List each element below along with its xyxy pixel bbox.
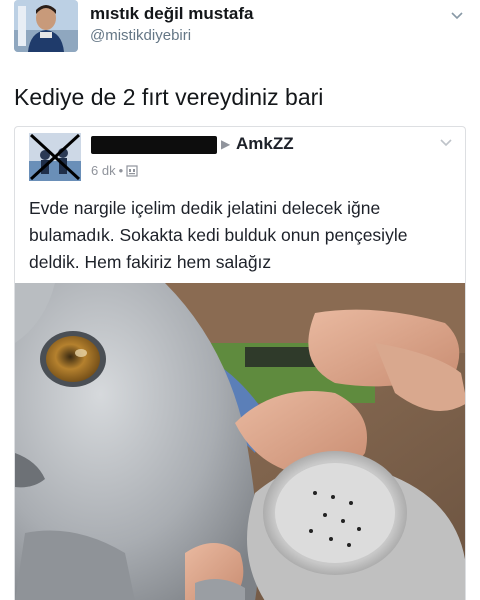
user-handle[interactable]: @mistikdiyebiri — [90, 27, 191, 44]
chevron-down-icon[interactable] — [448, 6, 466, 24]
post-avatar[interactable] — [29, 133, 81, 181]
post-text: Evde nargile içelim dedik jelatini delec… — [29, 198, 408, 272]
redacted-author-name — [91, 136, 217, 154]
user-avatar[interactable] — [14, 0, 78, 52]
post-meta: 6 dk • — [91, 163, 138, 178]
group-name[interactable]: AmkZZ — [236, 134, 294, 154]
embedded-post-card: ▶ AmkZZ 6 dk • Evde nargile içelim dedik … — [14, 126, 466, 600]
meta-separator: • — [118, 163, 124, 178]
tweet-header: mıstık değil mustafa @mistikdiyebiri — [0, 0, 480, 62]
group-privacy-icon — [126, 165, 138, 177]
post-options-chevron-icon[interactable] — [437, 133, 455, 151]
tweet-text: Kediye de 2 fırt vereydiniz bari — [14, 84, 324, 110]
post-photo[interactable] — [15, 283, 465, 600]
post-time[interactable]: 6 dk — [91, 163, 116, 178]
triangle-right-icon: ▶ — [221, 137, 231, 151]
display-name[interactable]: mıstık değil mustafa — [90, 4, 253, 24]
